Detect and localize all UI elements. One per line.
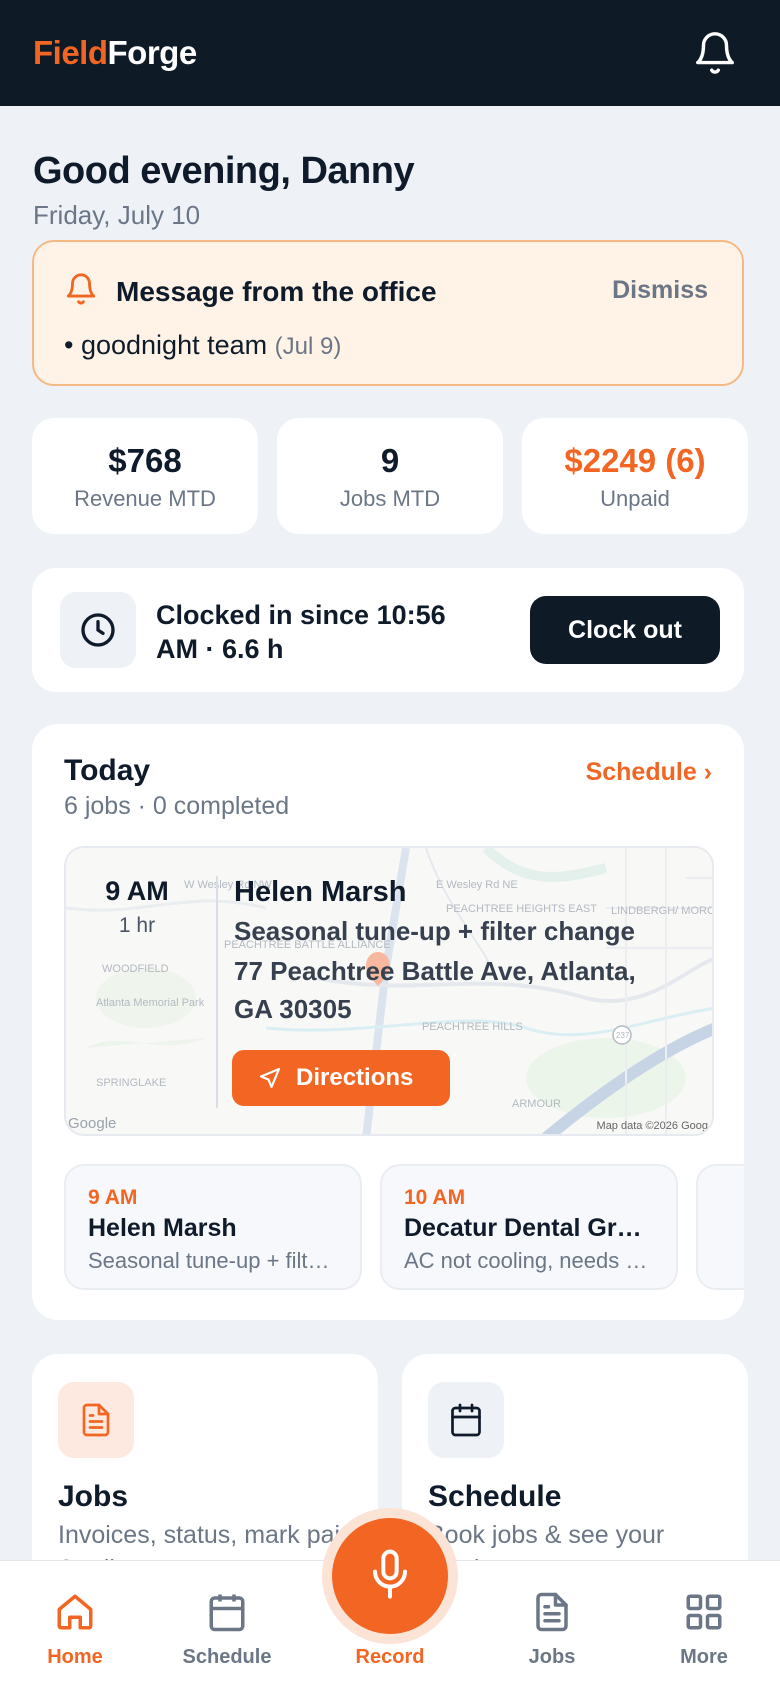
map-credit: Map data ©2026 Goog (596, 1120, 708, 1132)
notifications-bell-icon[interactable] (692, 30, 738, 76)
nav-label: Jobs (528, 1646, 576, 1668)
job-address: 77 Peachtree Battle Ave, Atlanta, GA 303… (234, 956, 636, 1024)
document-icon (536, 1592, 568, 1632)
microphone-icon (373, 1549, 407, 1599)
job-list-item-peek[interactable] (696, 1164, 744, 1290)
stat-value: 9 (380, 442, 400, 479)
nav-label: Schedule (182, 1646, 272, 1668)
nav-label: Home (47, 1646, 103, 1668)
greeting-date: Friday, July 10 (33, 200, 201, 230)
clock-status: Clocked in since 10:56 AM · 6.6 h (156, 600, 446, 664)
office-message-banner: Message from the office Dismiss • goodni… (32, 240, 744, 386)
divider (216, 876, 218, 1108)
job-list-time: 9 AM (88, 1186, 138, 1209)
clock-icon (60, 592, 136, 668)
message-date: (Jul 9) (274, 333, 342, 360)
nav-label: More (680, 1646, 728, 1668)
stat-label: Unpaid (600, 486, 670, 511)
today-summary: 6 jobs · 0 completed (64, 792, 290, 820)
record-label: Record (355, 1646, 425, 1668)
job-list-service: AC not cooling, needs diagnosis (404, 1248, 654, 1273)
job-time: 9 AM (105, 876, 169, 906)
job-list-time: 10 AM (404, 1186, 466, 1209)
app-logo: FieldForge (33, 34, 197, 71)
nav-home[interactable]: Home (15, 1591, 135, 1669)
document-icon (58, 1382, 134, 1458)
bell-icon (64, 272, 98, 306)
tile-title: Schedule (428, 1480, 562, 1513)
nav-schedule[interactable]: Schedule (167, 1591, 287, 1669)
nav-more[interactable]: More (644, 1591, 764, 1669)
calendar-icon (428, 1382, 504, 1458)
stat-value: $768 (108, 442, 182, 479)
next-job-map-card[interactable]: W Wesley Rd NW E Wesley Rd NE PEACHTREE … (64, 846, 714, 1136)
navigation-arrow-icon (259, 1067, 281, 1089)
job-list-name: Decatur Dental Group (404, 1214, 654, 1242)
top-bar: FieldForge (0, 0, 780, 106)
grid-icon (686, 1594, 722, 1630)
stat-value: $2249 (6) (564, 442, 706, 479)
today-title: Today (64, 754, 151, 787)
home-icon (57, 1594, 93, 1630)
message-line: • goodnight team (Jul 9) (64, 330, 342, 360)
stat-label: Revenue MTD (74, 486, 216, 511)
tile-title: Jobs (58, 1480, 129, 1513)
stat-jobs-mtd[interactable]: 9 Jobs MTD (277, 418, 503, 534)
today-card: Today 6 jobs · 0 completed Schedule › W … (32, 724, 744, 1320)
nav-jobs[interactable]: Jobs (492, 1591, 612, 1669)
clock-out-button[interactable]: Clock out (530, 596, 720, 664)
stat-revenue-mtd[interactable]: $768 Revenue MTD (32, 418, 258, 534)
directions-label: Directions (296, 1064, 414, 1091)
stat-label: Jobs MTD (339, 486, 441, 511)
schedule-link[interactable]: Schedule › (586, 758, 712, 787)
clock-card: Clocked in since 10:56 AM · 6.6 h Clock … (32, 568, 744, 692)
calendar-icon (209, 1594, 245, 1632)
directions-button[interactable]: Directions (232, 1050, 450, 1106)
job-customer: Helen Marsh (234, 876, 407, 908)
record-button[interactable] (332, 1518, 448, 1634)
job-service: Seasonal tune-up + filter change (234, 916, 635, 946)
map-provider-logo: Google (68, 1115, 117, 1132)
job-list-service: Seasonal tune-up + filter change (88, 1248, 338, 1273)
job-duration: 1 hr (118, 914, 156, 937)
greeting-title: Good evening, Danny (33, 150, 415, 192)
dismiss-button[interactable]: Dismiss (612, 276, 708, 305)
stat-unpaid[interactable]: $2249 (6) Unpaid (522, 418, 748, 534)
job-list-item[interactable]: 10 AM Decatur Dental Group AC not coolin… (380, 1164, 678, 1290)
message-title: Message from the office (116, 276, 437, 307)
job-list-name: Helen Marsh (88, 1214, 237, 1242)
message-text: goodnight team (80, 330, 268, 360)
job-list-item[interactable]: 9 AM Helen Marsh Seasonal tune-up + filt… (64, 1164, 362, 1290)
